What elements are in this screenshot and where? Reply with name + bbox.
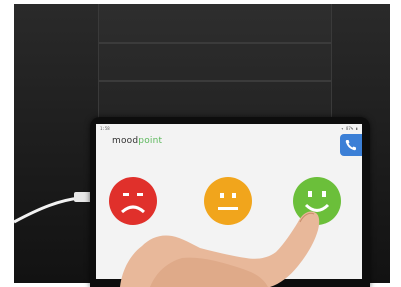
photo: 1:58 ▾ 87% ▮ moodpoint <box>0 0 401 287</box>
hand-pointing <box>120 211 320 287</box>
